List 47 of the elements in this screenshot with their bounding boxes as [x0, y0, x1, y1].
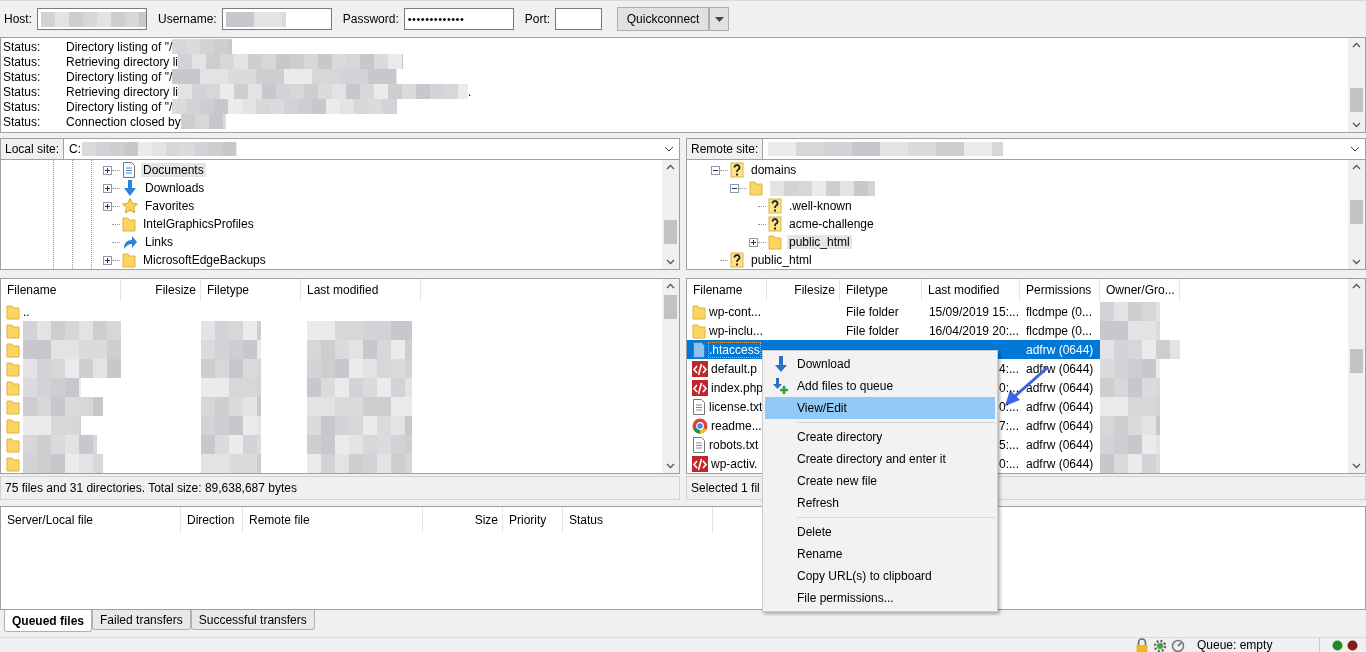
field-label: Host:	[4, 12, 32, 26]
log-message: Connection closed by	[66, 114, 181, 129]
file-type: File folder	[846, 323, 899, 338]
modified-date: 15/09/2019 15:...	[928, 304, 1019, 319]
log-message: Directory listing of "/	[66, 99, 173, 114]
permissions: adfrw (0644)	[1026, 437, 1094, 452]
field-label: Port:	[524, 12, 551, 26]
permissions: flcdmpe (0...	[1026, 323, 1093, 338]
log-message: Retrieving directory li	[66, 84, 179, 99]
file-name: index.php	[711, 380, 764, 395]
status-text: 75 files and 31 directories. Total size: 89,638,687 bytes	[0, 476, 680, 500]
permissions: adfrw (0644)	[1026, 380, 1094, 395]
log-message: .	[468, 84, 472, 99]
log-label: Status:	[2, 114, 42, 129]
file-type: File folder	[846, 304, 899, 319]
log-message: Directory listing of "/	[66, 69, 173, 84]
modified-date: 0:...	[999, 380, 1019, 395]
field-label: Username:	[158, 12, 217, 26]
field-label: Password:	[342, 12, 399, 26]
modified-date: 4:...	[999, 361, 1019, 376]
permissions: adfrw (0644)	[1026, 361, 1094, 376]
file-name: wp-activ.	[711, 456, 758, 471]
log-message: Directory listing of "/	[66, 39, 173, 54]
log-label: Status:	[2, 69, 42, 84]
permissions: adfrw (0644)	[1026, 418, 1094, 433]
permissions: flcdmpe (0...	[1026, 304, 1093, 319]
modified-date: 0:...	[999, 399, 1019, 414]
file-name: license.txt	[709, 399, 763, 414]
file-name: default.p	[711, 361, 758, 376]
file-name: robots.txt	[709, 437, 759, 452]
modified-date: 7:...	[999, 418, 1019, 433]
file-name: .htaccess	[709, 342, 760, 357]
log-label: Status:	[2, 84, 42, 99]
modified-date: 5:...	[999, 437, 1019, 452]
permissions: adfrw (0644)	[1026, 399, 1094, 414]
file-name: wp-cont...	[709, 304, 762, 319]
log-message: Retrieving directory li	[66, 54, 179, 69]
log-label: Status:	[2, 54, 42, 69]
file-name: wp-inclu...	[709, 323, 764, 338]
permissions: adfrw (0644)	[1026, 456, 1094, 471]
log-label: Status:	[2, 39, 42, 54]
file-name: readme...	[711, 418, 762, 433]
queue-status: Queue: empty	[1197, 638, 1274, 652]
modified-date: 16/04/2019 20:...	[928, 323, 1019, 338]
log-label: Status:	[2, 99, 42, 114]
permissions: adfrw (0644)	[1026, 342, 1094, 357]
modified-date: 0:...	[999, 456, 1019, 471]
